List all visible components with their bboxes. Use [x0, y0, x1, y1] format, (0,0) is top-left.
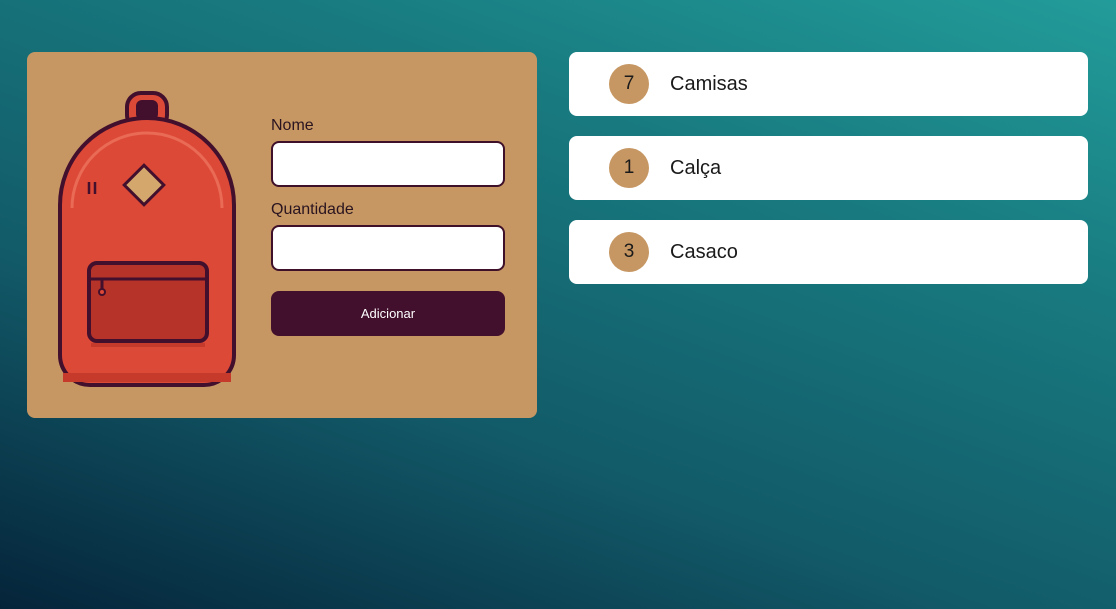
items-list: 7 Camisas 1 Calça 3 Casaco [569, 52, 1088, 304]
item-quantity-badge: 3 [609, 232, 649, 272]
backpack-illustration [58, 91, 236, 387]
quantity-label: Quantidade [271, 201, 354, 218]
add-button[interactable]: Adicionar [271, 291, 505, 336]
list-item: 7 Camisas [569, 52, 1088, 116]
quantity-input[interactable] [271, 225, 505, 271]
item-quantity-badge: 7 [609, 64, 649, 104]
name-label: Nome [271, 117, 314, 134]
item-quantity-badge: 1 [609, 148, 649, 188]
item-name: Casaco [670, 240, 738, 263]
item-name: Calça [670, 156, 722, 179]
list-item: 3 Casaco [569, 220, 1088, 284]
list-item: 1 Calça [569, 136, 1088, 200]
add-item-card: Nome Quantidade Adicionar [27, 52, 537, 418]
name-input[interactable] [271, 141, 505, 187]
item-name: Camisas [670, 72, 748, 95]
item-form: Nome Quantidade Adicionar [271, 116, 505, 336]
